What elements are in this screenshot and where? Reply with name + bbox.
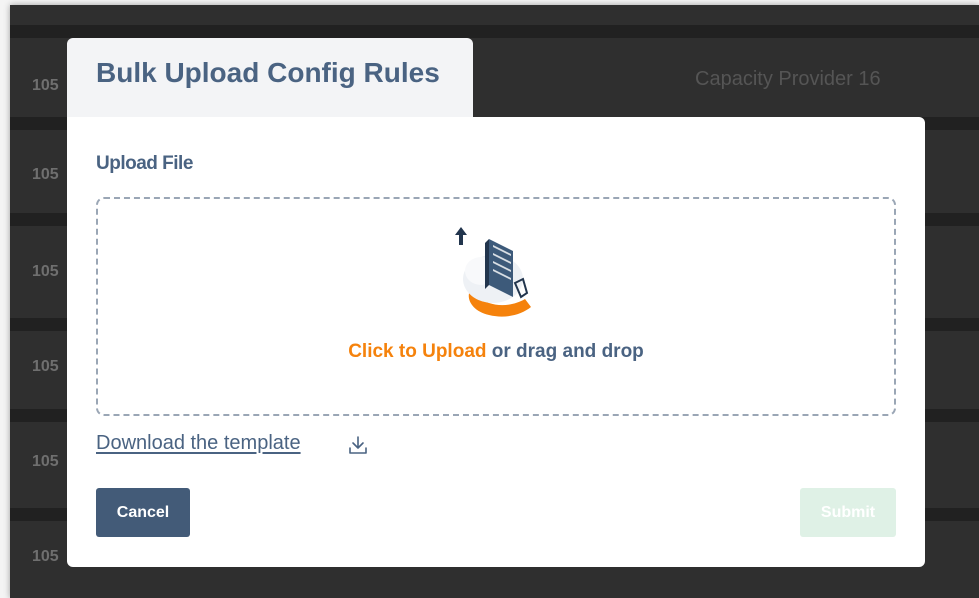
row-divider [10,25,979,38]
modal-title: Bulk Upload Config Rules [96,57,440,88]
download-icon[interactable] [347,434,369,456]
click-to-upload-link[interactable]: Click to Upload [348,341,486,362]
submit-button[interactable]: Submit [800,488,896,537]
row-id-cell: 105 [32,358,59,375]
row-id-cell: 105 [32,166,59,183]
row-id-cell: 105 [32,548,59,565]
capacity-provider-cell: Capacity Provider 16 [695,68,881,90]
row-id-cell: 105 [32,263,59,280]
cloud-upload-icon [455,227,531,317]
dropzone-instructions: Click to Upload or drag and drop [98,341,894,363]
row-id-cell: 105 [32,77,59,94]
drag-and-drop-text: or drag and drop [486,341,644,362]
download-template-link[interactable]: Download the template [96,432,301,455]
file-dropzone[interactable]: Click to Upload or drag and drop [96,197,896,416]
row-id-cell: 105 [32,453,59,470]
upload-file-label: Upload File [96,153,193,174]
cancel-button[interactable]: Cancel [96,488,190,537]
